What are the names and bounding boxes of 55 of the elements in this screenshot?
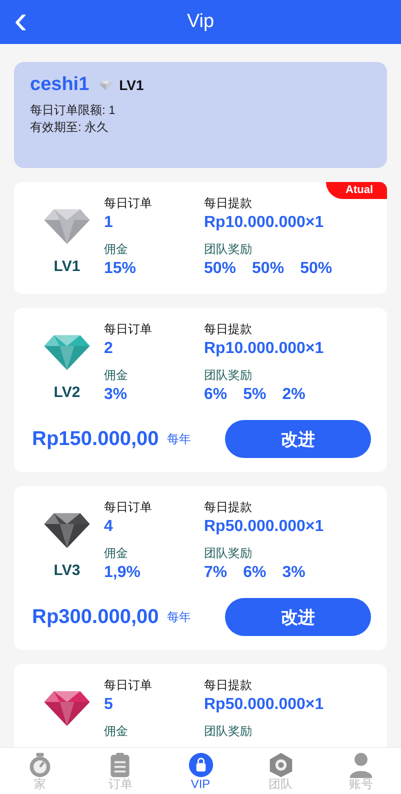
period-text: 每年 [166,430,191,448]
field-label: 佣金 [104,545,129,562]
field-label: 每日订单 [104,195,153,212]
user-level: LV1 [119,77,144,93]
field-value: Rp10.000.000×1 [204,339,324,359]
field-value: 2% [282,385,306,405]
field-label: 每日提款 [204,321,253,338]
field-value: 3% [104,385,128,405]
field-value: 1 [104,213,114,233]
field-label: 每日订单 [104,499,153,516]
field-value: 4 [104,517,114,537]
person-icon [348,752,374,778]
gear-icon [268,752,294,778]
level-label: LV3 [54,562,80,579]
field-label: 团队奖励 [204,723,253,740]
current-badge: Atual [326,182,387,199]
field-value: 50% [204,259,236,279]
price-text: Rp300.000,00 [32,606,159,628]
period-text: 每年 [166,608,191,626]
field-value: Rp10.000.000×1 [204,213,325,233]
field-label: 佣金 [104,723,129,740]
field-value: 5% [243,385,266,405]
field-value: 1,9% [104,563,142,583]
field-label: 团队奖励 [204,545,253,562]
field-value: 50% [300,259,332,279]
tab-item[interactable]: VIP [160,748,241,794]
price-text: Rp150.000,00 [32,428,159,450]
field-value: 15% [104,259,138,279]
field-label: 每日提款 [204,677,253,694]
field-label: 团队奖励 [204,241,253,258]
field-value: 5 [104,695,114,715]
field-label: 佣金 [104,241,129,258]
user-info-text: 有效期至: 永久 [30,119,110,136]
level-label: LV2 [54,384,80,401]
field-value: Rp50.000.000×1 [204,517,324,537]
page-title: Vip [186,11,214,33]
field-label: 每日提款 [204,195,253,212]
upgrade-button[interactable]: 改进 [225,420,371,458]
field-value: 50% [252,259,284,279]
field-label: 每日订单 [104,321,153,338]
field-value: 6% [243,563,266,583]
field-value: 3% [282,563,306,583]
user-info-text: 每日订单限额: 1 [30,102,116,119]
field-label: 团队奖励 [204,367,253,384]
back-button[interactable]: ‹ [14,0,28,40]
field-label: 每日订单 [104,677,153,694]
field-label: 每日提款 [204,499,253,516]
upgrade-button[interactable]: 改进 [225,598,371,636]
field-value: Rp50.000.000×1 [204,695,324,715]
field-value: 2 [104,339,114,359]
username: ceshi1 [30,74,90,96]
level-label: LV1 [54,258,80,275]
field-label: 佣金 [104,367,129,384]
field-value: 6% [204,385,228,405]
field-value: 7% [204,563,228,583]
